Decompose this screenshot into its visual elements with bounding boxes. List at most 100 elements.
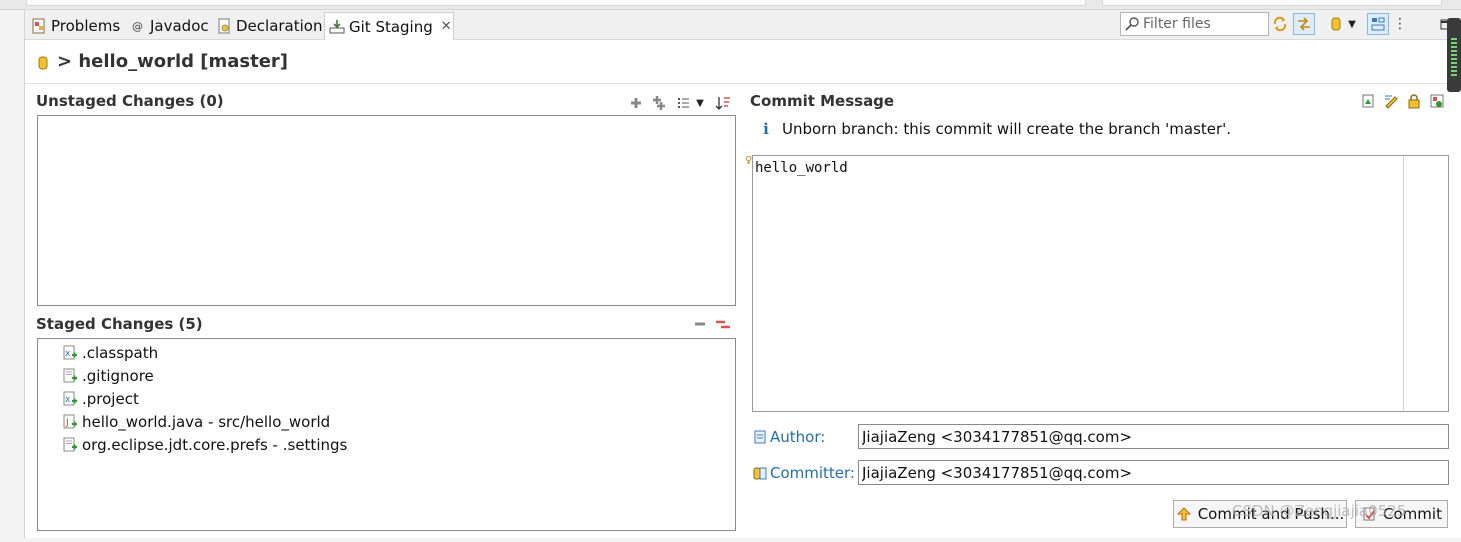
filter-input[interactable]	[1143, 16, 1263, 32]
author-label: Author:	[752, 428, 858, 446]
unstaged-title: Unstaged Changes (0)	[36, 92, 224, 110]
presentation-dropdown[interactable]: ▼	[693, 92, 707, 114]
text-file-icon	[62, 368, 78, 384]
refresh-icon	[1272, 16, 1288, 32]
tab-javadoc[interactable]: @ Javadoc	[126, 12, 213, 40]
info-text: Unborn branch: this commit will create t…	[782, 120, 1232, 138]
link-selection-button[interactable]	[1293, 13, 1315, 35]
file-name: org.eclipse.jdt.core.prefs - .settings	[82, 435, 348, 454]
sort-button[interactable]	[712, 92, 734, 114]
git-staging-view: Problems @ Javadoc Declaration Git Stagi…	[24, 10, 1461, 538]
side-handle[interactable]	[1447, 18, 1461, 92]
layout-button[interactable]	[1367, 13, 1389, 35]
filter-files[interactable]	[1120, 12, 1269, 36]
declaration-icon	[216, 18, 232, 34]
file-name: .classpath	[82, 343, 159, 362]
unborn-branch-info: i Unborn branch: this commit will create…	[760, 120, 1231, 138]
edit-icon	[1383, 93, 1399, 109]
problems-icon	[31, 18, 47, 34]
tab-git-staging[interactable]: Git Staging ✕	[324, 12, 454, 41]
java-file-icon: J	[62, 414, 78, 430]
chevron-down-icon: ▼	[696, 97, 704, 109]
sync-button[interactable]	[1269, 13, 1291, 35]
amend-icon	[1360, 93, 1376, 109]
staged-title: Staged Changes (5)	[36, 315, 203, 333]
remove-icon	[692, 316, 708, 332]
amend-button[interactable]	[1357, 90, 1379, 112]
svg-text:J: J	[65, 418, 69, 428]
tab-problems[interactable]: Problems	[27, 12, 124, 40]
gerrit-change-button[interactable]	[1426, 90, 1448, 112]
committer-row: Committer:	[752, 460, 1449, 485]
list-item[interactable]: x .classpath	[38, 341, 735, 364]
tab-label: Problems	[51, 17, 121, 35]
unstaged-list[interactable]	[37, 115, 736, 306]
xml-file-icon: x	[62, 345, 78, 361]
git-staging-icon	[329, 19, 345, 35]
close-icon[interactable]: ✕	[441, 19, 452, 34]
list-item[interactable]: x .project	[38, 387, 735, 410]
top-strip-left	[26, 0, 1086, 6]
watermark: CSDN @Zengjiajia0525	[1232, 502, 1407, 520]
remove-all-icon	[715, 316, 731, 332]
top-strip-right	[1102, 0, 1442, 6]
add-icon	[628, 95, 644, 111]
xml-file-icon: x	[62, 391, 78, 407]
link-selection-icon	[1296, 16, 1312, 32]
author-icon	[752, 429, 768, 445]
text-file-icon	[62, 437, 78, 453]
tab-label: Declaration	[236, 17, 323, 35]
tab-declaration[interactable]: Declaration	[212, 12, 326, 40]
lock-icon	[1406, 93, 1422, 109]
signed-off-button[interactable]	[1380, 90, 1402, 112]
sign-commit-button[interactable]	[1403, 90, 1425, 112]
list-icon	[676, 95, 692, 111]
commit-message-title: Commit Message	[750, 92, 895, 110]
commit-message-box	[752, 155, 1449, 412]
staged-list[interactable]: x .classpath .gitignore x .project J hel…	[37, 338, 736, 531]
unstage-selected-button[interactable]	[689, 313, 711, 335]
sort-icon	[715, 95, 731, 111]
commit-message-input[interactable]	[753, 156, 1403, 411]
file-name: hello_world.java - src/hello_world	[82, 412, 331, 431]
layout-icon	[1370, 16, 1386, 32]
repository-header: > hello_world [master]	[25, 40, 1461, 84]
tab-label: Javadoc	[150, 17, 209, 35]
info-icon: i	[763, 120, 769, 138]
scrollbar[interactable]	[1403, 156, 1448, 411]
file-name: .project	[82, 389, 139, 408]
file-name: .gitignore	[82, 366, 154, 385]
list-item[interactable]: org.eclipse.jdt.core.prefs - .settings	[38, 433, 735, 456]
repository-button[interactable]	[1325, 13, 1347, 35]
presentation-button[interactable]	[673, 92, 695, 114]
push-icon	[1176, 506, 1192, 522]
repository-icon	[1328, 16, 1344, 32]
repository-icon	[35, 54, 51, 70]
svg-text:@: @	[132, 20, 143, 33]
view-menu-button[interactable]: ⋮	[1389, 13, 1411, 35]
list-item[interactable]: J hello_world.java - src/hello_world	[38, 410, 735, 433]
tab-bar: Problems @ Javadoc Declaration Git Stagi…	[25, 10, 1461, 41]
stage-all-button[interactable]	[648, 92, 670, 114]
tab-label: Git Staging	[349, 17, 433, 36]
unstage-all-button[interactable]	[712, 313, 734, 335]
hint-icon: ♀	[745, 155, 753, 166]
javadoc-icon: @	[130, 18, 146, 34]
stage-selected-button[interactable]	[625, 92, 647, 114]
change-id-icon	[1429, 93, 1445, 109]
repository-title: > hello_world [master]	[57, 51, 289, 72]
top-strip	[0, 0, 1461, 10]
add-all-icon	[651, 95, 667, 111]
committer-field[interactable]	[858, 460, 1449, 485]
chevron-down-icon: ▼	[1348, 18, 1356, 30]
author-row: Author:	[752, 424, 1449, 449]
repository-dropdown[interactable]: ▼	[1345, 13, 1359, 35]
committer-label: Committer:	[752, 464, 858, 482]
more-icon: ⋮	[1393, 16, 1407, 32]
committer-icon	[752, 465, 768, 481]
search-icon	[1124, 16, 1140, 32]
svg-text:x: x	[65, 349, 71, 359]
svg-text:x: x	[65, 395, 71, 405]
list-item[interactable]: .gitignore	[38, 364, 735, 387]
author-field[interactable]	[858, 424, 1449, 449]
